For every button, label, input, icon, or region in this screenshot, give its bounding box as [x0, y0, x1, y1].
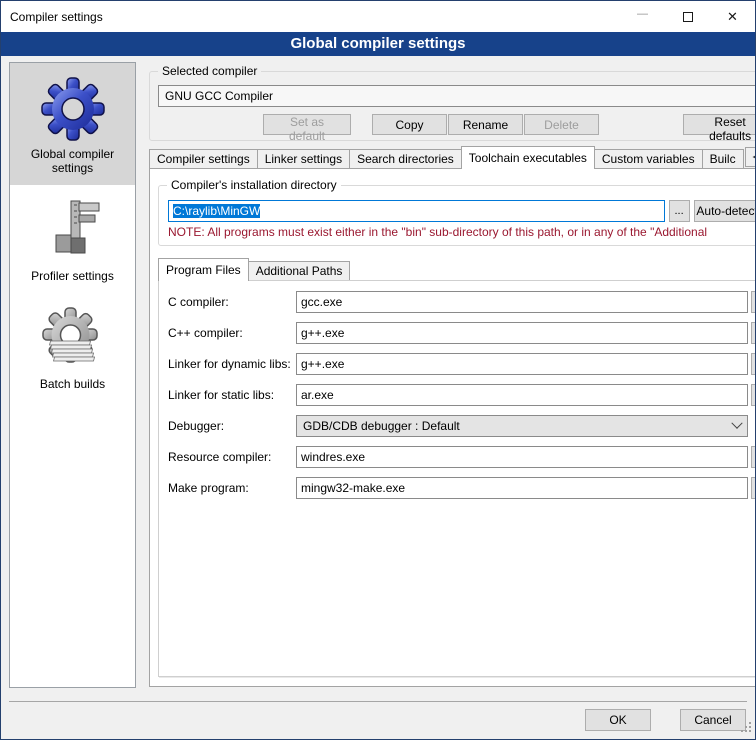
selected-compiler-group: Selected compiler GNU GCC Compiler Set a…: [149, 71, 756, 141]
set-as-default-button: Set as default: [263, 114, 351, 135]
settings-category-list: Global compiler settings: [9, 62, 136, 688]
installation-directory-group: Compiler's installation directory C:\ray…: [158, 185, 756, 246]
titlebar: Compiler settings — ✕: [1, 1, 755, 32]
cancel-button[interactable]: Cancel: [680, 709, 746, 731]
tab-linker-settings[interactable]: Linker settings: [257, 149, 350, 169]
compiler-select-value: GNU GCC Compiler: [165, 89, 756, 103]
subtab-program-files[interactable]: Program Files: [158, 258, 249, 281]
field-value: gcc.exe: [301, 295, 342, 309]
field-label: C compiler:: [168, 295, 296, 309]
field-label: Linker for static libs:: [168, 388, 296, 402]
tab-build-options[interactable]: Builc: [702, 149, 744, 169]
field-value: windres.exe: [301, 450, 365, 464]
browse-directory-button[interactable]: ...: [669, 200, 690, 222]
field-value: g++.exe: [301, 326, 344, 340]
page-title: Global compiler settings: [1, 32, 755, 56]
compiler-buttons-row: Set as default Copy Rename Delete Reset …: [158, 114, 756, 135]
make-program-input[interactable]: mingw32-make.exe: [296, 477, 748, 499]
toolchain-executables-page: Compiler's installation directory C:\ray…: [149, 168, 756, 687]
browse-make-program-button[interactable]: ...: [751, 477, 756, 499]
browse-c-compiler-button[interactable]: ...: [751, 291, 756, 313]
field-row-c-compiler: C compiler: gcc.exe ...: [168, 291, 756, 313]
note-text: NOTE: All programs must exist either in …: [168, 225, 756, 239]
field-label: Resource compiler:: [168, 450, 296, 464]
installation-directory-legend: Compiler's installation directory: [167, 178, 341, 192]
toolchain-subtabs: Program Files Additional Paths: [158, 258, 756, 281]
dialog-footer: OK Cancel: [9, 701, 747, 739]
blue-gear-icon: [41, 77, 105, 141]
tab-custom-variables[interactable]: Custom variables: [594, 149, 703, 169]
field-value: g++.exe: [301, 357, 344, 371]
chevron-down-icon: [731, 418, 742, 429]
debugger-select-value: GDB/CDB debugger : Default: [303, 419, 733, 433]
sidebar-item-batch-builds[interactable]: Batch builds: [10, 293, 135, 401]
field-row-resource-compiler: Resource compiler: windres.exe ...: [168, 446, 756, 468]
installation-directory-input[interactable]: C:\raylib\MinGW: [168, 200, 665, 222]
browse-linker-static-button[interactable]: ...: [751, 384, 756, 406]
selected-compiler-legend: Selected compiler: [158, 64, 261, 78]
auto-detect-button[interactable]: Auto-detect: [694, 200, 756, 222]
caliper-icon: [41, 199, 105, 263]
field-label: Linker for dynamic libs:: [168, 357, 296, 371]
tab-scroll-buttons: ◄ ►: [743, 147, 756, 167]
main-panel: Selected compiler GNU GCC Compiler Set a…: [149, 62, 756, 701]
field-row-linker-static: Linker for static libs: ar.exe ...: [168, 384, 756, 406]
ok-button[interactable]: OK: [585, 709, 651, 731]
maximize-icon: [683, 12, 693, 22]
dialog-body: Global compiler settings: [1, 56, 755, 701]
sidebar-item-global-compiler-settings[interactable]: Global compiler settings: [10, 63, 135, 185]
field-row-debugger: Debugger: GDB/CDB debugger : Default: [168, 415, 756, 437]
field-value: ar.exe: [301, 388, 334, 402]
rename-button[interactable]: Rename: [448, 114, 523, 135]
field-row-cpp-compiler: C++ compiler: g++.exe ...: [168, 322, 756, 344]
linker-dynamic-input[interactable]: g++.exe: [296, 353, 748, 375]
field-row-linker-dynamic: Linker for dynamic libs: g++.exe ...: [168, 353, 756, 375]
tab-scroll-left-button[interactable]: ◄: [745, 147, 756, 167]
settings-tabstrip: Compiler settings Linker settings Search…: [149, 146, 756, 169]
delete-button: Delete: [524, 114, 599, 135]
minimize-button[interactable]: —: [620, 1, 665, 32]
field-value: mingw32-make.exe: [301, 481, 405, 495]
browse-linker-dynamic-button[interactable]: ...: [751, 353, 756, 375]
sidebar-item-label: Batch builds: [12, 377, 133, 391]
field-label: C++ compiler:: [168, 326, 296, 340]
tab-toolchain-executables[interactable]: Toolchain executables: [461, 146, 595, 169]
subtab-additional-paths[interactable]: Additional Paths: [248, 261, 351, 281]
program-files-page: C compiler: gcc.exe ... C++ compiler: g+…: [158, 280, 756, 677]
debugger-select[interactable]: GDB/CDB debugger : Default: [296, 415, 748, 437]
tab-compiler-settings[interactable]: Compiler settings: [149, 149, 258, 169]
tab-search-directories[interactable]: Search directories: [349, 149, 462, 169]
copy-button[interactable]: Copy: [372, 114, 447, 135]
minimize-icon: —: [637, 9, 648, 20]
browse-cpp-compiler-button[interactable]: ...: [751, 322, 756, 344]
field-label: Debugger:: [168, 419, 296, 433]
installation-directory-row: C:\raylib\MinGW ... Auto-detect: [168, 200, 756, 222]
sidebar-item-label: Profiler settings: [12, 269, 133, 283]
cpp-compiler-input[interactable]: g++.exe: [296, 322, 748, 344]
gray-gear-stack-icon: [41, 307, 105, 371]
resize-grip[interactable]: [739, 720, 753, 737]
close-button[interactable]: ✕: [710, 1, 755, 32]
reset-defaults-button[interactable]: Reset defaults: [683, 114, 756, 135]
sidebar-item-profiler-settings[interactable]: Profiler settings: [10, 185, 135, 293]
linker-static-input[interactable]: ar.exe: [296, 384, 748, 406]
sidebar-item-label: Global compiler settings: [12, 147, 133, 175]
arrow-left-icon: ◄: [751, 154, 756, 161]
installation-directory-value: C:\raylib\MinGW: [173, 204, 260, 218]
field-row-make-program: Make program: mingw32-make.exe ...: [168, 477, 756, 499]
field-label: Make program:: [168, 481, 296, 495]
compiler-settings-dialog: Compiler settings — ✕ Global compiler se…: [0, 0, 756, 740]
c-compiler-input[interactable]: gcc.exe: [296, 291, 748, 313]
browse-resource-compiler-button[interactable]: ...: [751, 446, 756, 468]
maximize-button[interactable]: [665, 1, 710, 32]
close-icon: ✕: [727, 10, 738, 23]
caption-buttons: — ✕: [620, 1, 755, 32]
window-title: Compiler settings: [10, 10, 103, 24]
resource-compiler-input[interactable]: windres.exe: [296, 446, 748, 468]
compiler-select[interactable]: GNU GCC Compiler: [158, 85, 756, 107]
